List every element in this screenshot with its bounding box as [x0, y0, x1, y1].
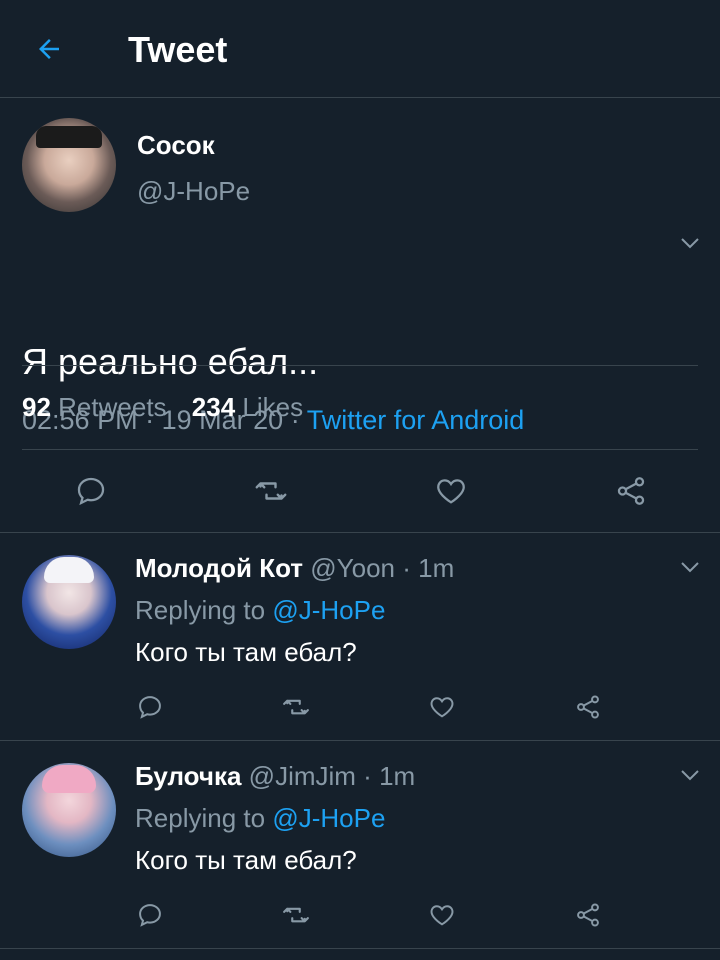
arrow-left-icon	[39, 39, 59, 59]
heart-icon	[430, 697, 454, 718]
replying-label: Replying to	[135, 803, 266, 833]
retweet-button[interactable]	[278, 897, 314, 933]
reply-author-handle[interactable]: @Yoon	[310, 553, 395, 583]
share-button[interactable]	[570, 897, 606, 933]
likes-label: Likes	[242, 392, 304, 422]
share-button[interactable]	[570, 689, 606, 725]
avatar[interactable]	[22, 118, 116, 212]
page-title: Tweet	[128, 29, 228, 70]
reply-time: 1m	[379, 761, 416, 791]
reply-author-handle[interactable]: @JimJim	[249, 761, 356, 791]
chevron-down-icon[interactable]	[678, 763, 702, 787]
app-header: Tweet	[0, 0, 720, 98]
chevron-down-icon[interactable]	[678, 231, 702, 255]
mention-link[interactable]: @J-HoPe	[272, 803, 385, 833]
retweet-button[interactable]	[250, 470, 292, 512]
tweet-stats: 92 Retweets 234 Likes	[22, 392, 321, 423]
reply-button[interactable]	[132, 689, 168, 725]
heart-icon	[430, 905, 454, 926]
avatar-hair	[42, 765, 96, 793]
divider	[22, 365, 698, 366]
reply-separator: ·	[363, 761, 372, 791]
reply-time: 1m	[418, 553, 455, 583]
reply-tweet[interactable]: Булочка @JimJim · 1m Replying to @J-HoPe…	[0, 741, 720, 948]
share-icon	[617, 477, 645, 505]
author-name[interactable]: Сосок	[137, 130, 215, 161]
likes-count: 234	[191, 392, 236, 422]
share-icon	[577, 695, 599, 719]
avatar-headband	[36, 126, 102, 148]
retweets-count: 92	[22, 392, 51, 422]
retweets-label: Retweets	[58, 392, 167, 422]
retweets-stat[interactable]: 92 Retweets	[22, 392, 174, 422]
like-button[interactable]	[430, 470, 472, 512]
reply-header: Булочка @JimJim · 1m	[135, 761, 415, 792]
retweet-button[interactable]	[278, 689, 314, 725]
reply-text: Кого ты там ебал?	[135, 637, 357, 667]
reply-tweet[interactable]: Молодой Кот @Yoon · 1m Replying to @J-Ho…	[0, 533, 720, 740]
divider	[22, 449, 698, 450]
tweet-text: Я реально ебал...	[22, 341, 319, 382]
author-handle[interactable]: @J-HoPe	[137, 176, 250, 207]
replying-to: Replying to @J-HoPe	[135, 803, 385, 834]
share-icon	[577, 903, 599, 927]
retweet-icon	[283, 699, 309, 715]
chevron-down-icon[interactable]	[678, 555, 702, 579]
reply-separator: ·	[402, 553, 411, 583]
reply-header: Молодой Кот @Yoon · 1m	[135, 553, 454, 584]
tweet-source-link[interactable]: Twitter for Android	[307, 405, 525, 435]
avatar[interactable]	[22, 763, 116, 857]
likes-stat[interactable]: 234 Likes	[192, 392, 303, 422]
share-button[interactable]	[610, 470, 652, 512]
divider	[0, 948, 720, 949]
avatar[interactable]	[22, 555, 116, 649]
avatar-hair	[44, 557, 94, 583]
replying-to: Replying to @J-HoPe	[135, 595, 385, 626]
retweet-icon	[255, 482, 287, 500]
heart-icon	[437, 479, 465, 504]
like-button[interactable]	[424, 897, 460, 933]
reply-icon	[139, 696, 161, 719]
reply-button[interactable]	[70, 470, 112, 512]
back-button[interactable]	[28, 28, 70, 70]
reply-text: Кого ты там ебал?	[135, 845, 357, 875]
retweet-icon	[283, 907, 309, 923]
reply-author-name[interactable]: Булочка	[135, 761, 241, 791]
mention-link[interactable]: @J-HoPe	[272, 595, 385, 625]
reply-button[interactable]	[132, 897, 168, 933]
reply-author-name[interactable]: Молодой Кот	[135, 553, 303, 583]
reply-icon	[77, 477, 105, 506]
like-button[interactable]	[424, 689, 460, 725]
reply-icon	[139, 904, 161, 927]
replying-label: Replying to	[135, 595, 266, 625]
